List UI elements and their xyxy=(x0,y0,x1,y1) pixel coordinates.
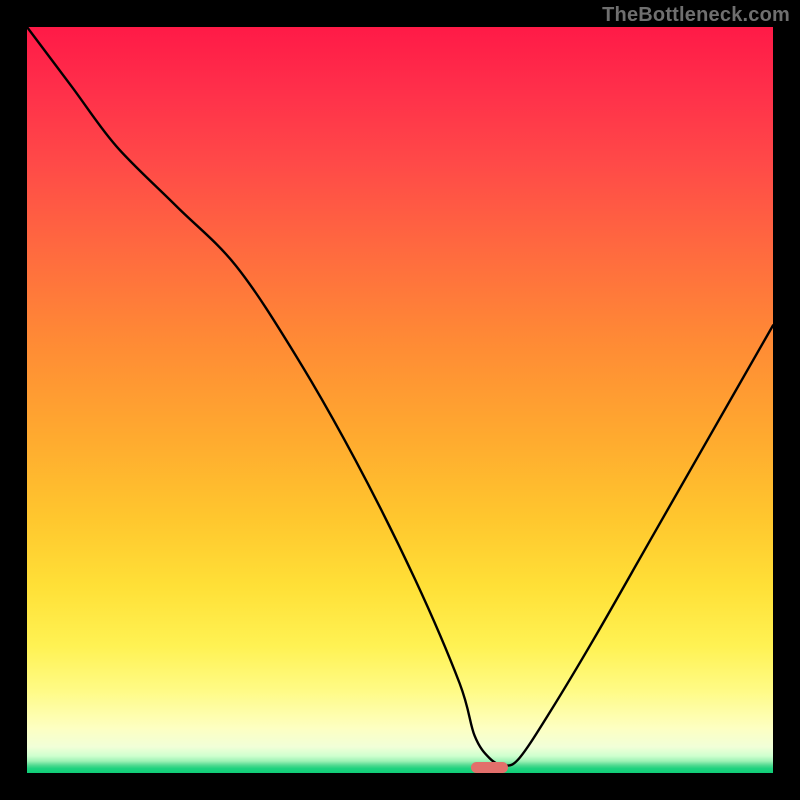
curve-path xyxy=(27,27,773,766)
plot-area xyxy=(27,27,773,773)
bottleneck-curve xyxy=(27,27,773,773)
watermark-text: TheBottleneck.com xyxy=(602,4,790,27)
chart-frame: TheBottleneck.com xyxy=(0,0,800,800)
optimum-marker xyxy=(471,762,508,773)
